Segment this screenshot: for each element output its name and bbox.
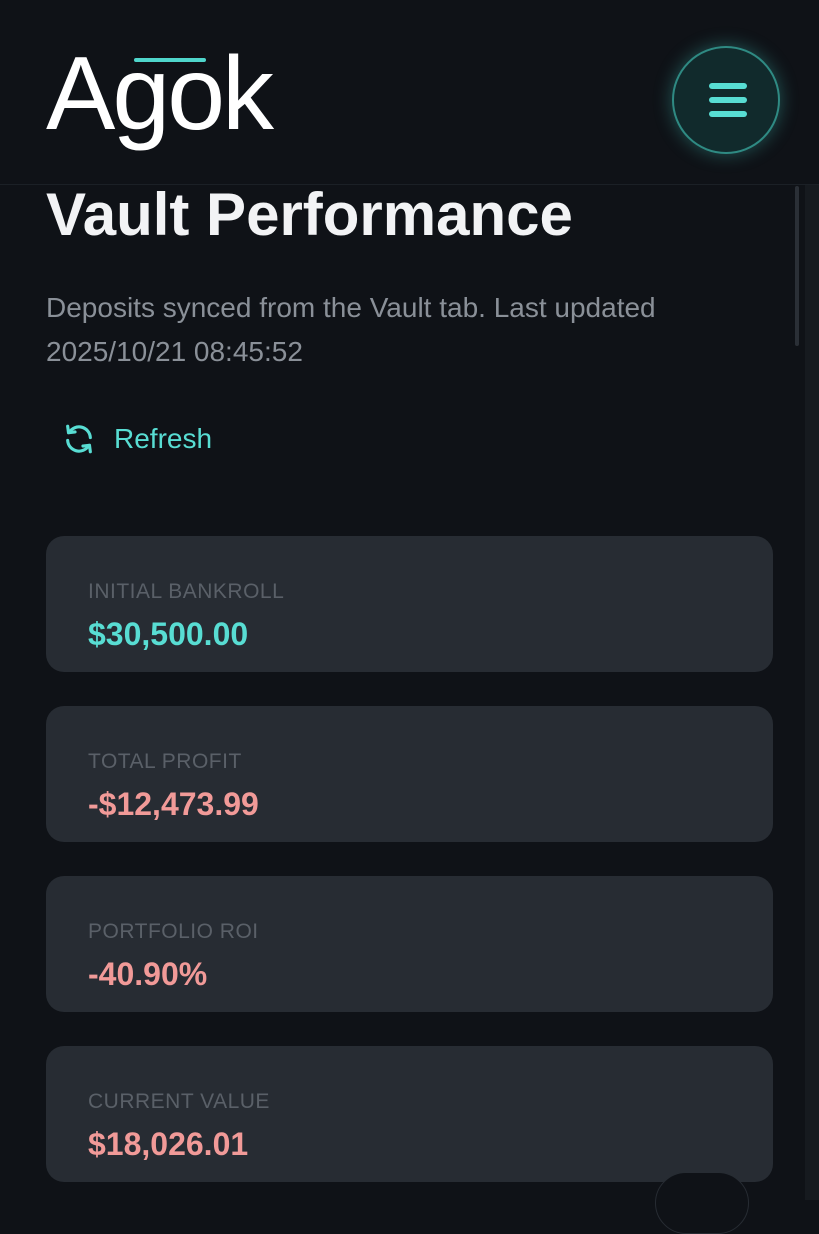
stat-value: $30,500.00 bbox=[88, 616, 249, 652]
stat-label: TOTAL PROFIT bbox=[88, 750, 242, 773]
menu-button[interactable] bbox=[672, 46, 780, 154]
scrollbar[interactable] bbox=[795, 186, 799, 346]
stat-label: INITIAL BANKROLL bbox=[88, 580, 285, 603]
stat-card-initial-bankroll: INITIAL BANKROLL $30,500.00 bbox=[46, 536, 773, 672]
hamburger-menu-icon bbox=[709, 83, 747, 117]
stat-label: CURRENT VALUE bbox=[88, 1090, 270, 1113]
stat-card-portfolio-roi: PORTFOLIO ROI -40.90% bbox=[46, 876, 773, 1012]
stat-card-total-profit: TOTAL PROFIT -$12,473.99 bbox=[46, 706, 773, 842]
page-subtitle: Deposits synced from the Vault tab. Last… bbox=[46, 292, 656, 367]
floating-action-button[interactable] bbox=[655, 1172, 749, 1234]
stat-label: PORTFOLIO ROI bbox=[88, 920, 259, 943]
app-logo[interactable]: Agok bbox=[46, 42, 274, 146]
refresh-label: Refresh bbox=[114, 423, 213, 454]
app-header: Agok bbox=[0, 0, 819, 185]
stat-value: -40.90% bbox=[88, 956, 208, 992]
stat-card-current-value: CURRENT VALUE $18,026.01 bbox=[46, 1046, 773, 1182]
stat-value: -$12,473.99 bbox=[88, 786, 259, 822]
stat-value: $18,026.01 bbox=[88, 1126, 249, 1162]
page-title: Vault Performance bbox=[46, 181, 573, 248]
refresh-button[interactable]: Refresh bbox=[62, 414, 212, 464]
refresh-icon bbox=[66, 424, 92, 454]
